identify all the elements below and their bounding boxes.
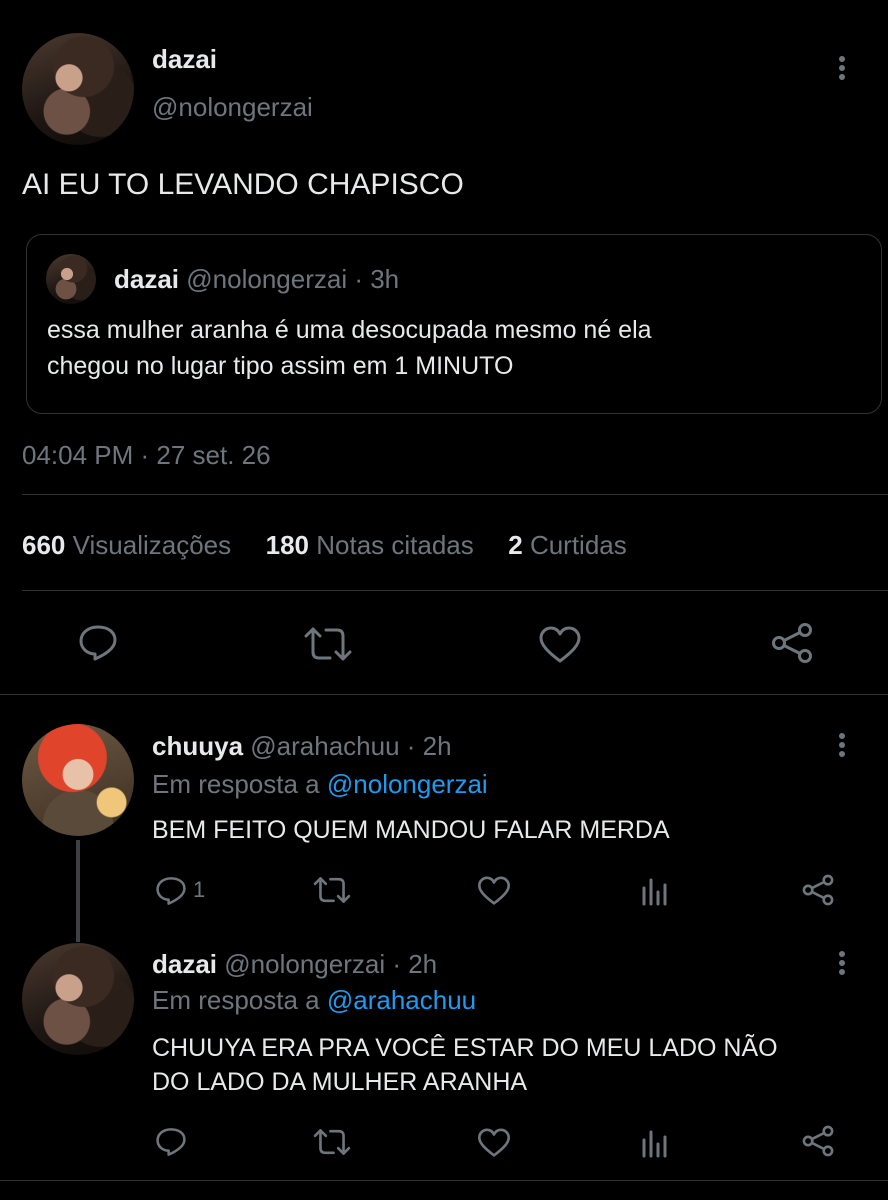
display-name[interactable]: chuuya (152, 731, 243, 761)
avatar[interactable] (22, 33, 134, 145)
analytics-icon[interactable] (640, 876, 670, 906)
like-icon[interactable] (538, 626, 582, 664)
quoted-text-line2: chegou no lugar tipo assim em 1 MINUTO (47, 352, 514, 380)
quoted-handle: @nolongerzai (186, 264, 348, 294)
divider (22, 494, 888, 495)
tweet-text-line1: BEM FEITO QUEM MANDOU FALAR MERDA (152, 816, 670, 844)
reply-header: dazai @nolongerzai · 2h (152, 949, 437, 980)
quotes-label: Notas citadas (316, 530, 474, 560)
handle[interactable]: @nolongerzai (152, 92, 313, 123)
tweet-timestamp[interactable]: 04:04 PM · 27 set. 26 (22, 440, 271, 471)
tweet-text-line2: DO LADO DA MULHER ARANHA (152, 1068, 528, 1096)
retweet-icon[interactable] (312, 1128, 352, 1156)
quoted-avatar (46, 254, 96, 304)
quoted-text-line1: essa mulher aranha é uma desocupada mesm… (47, 316, 652, 344)
like-icon[interactable] (477, 876, 511, 906)
retweet-icon[interactable] (312, 876, 352, 904)
display-name[interactable]: dazai (152, 949, 217, 979)
divider (22, 590, 888, 591)
handle[interactable]: @nolongerzai (224, 949, 385, 979)
quoted-display-name: dazai (114, 264, 180, 294)
reply-icon[interactable] (155, 1127, 187, 1157)
mention-link[interactable]: @arahachuu (327, 985, 476, 1015)
reply-context: Em resposta a @arahachuu (152, 985, 476, 1016)
quotes-count: 180 (265, 530, 309, 560)
tweet-text-line1: CHUUYA ERA PRA VOCÊ ESTAR DO MEU LADO NÃ… (152, 1034, 778, 1062)
avatar[interactable] (22, 943, 134, 1055)
more-options-icon[interactable] (839, 951, 845, 978)
reply-icon[interactable] (155, 876, 187, 906)
share-icon[interactable] (801, 1125, 835, 1157)
reply-prefix: Em resposta a (152, 769, 320, 799)
divider (0, 1180, 888, 1181)
share-icon[interactable] (801, 874, 835, 906)
reply-prefix: Em resposta a (152, 985, 320, 1015)
likes-count: 2 (508, 530, 523, 560)
mention-link[interactable]: @nolongerzai (327, 769, 488, 799)
like-icon[interactable] (477, 1128, 511, 1158)
reply-context: Em resposta a @nolongerzai (152, 769, 488, 800)
display-name[interactable]: dazai (152, 44, 217, 75)
quotes-stat[interactable]: 180 Notas citadas (266, 530, 481, 560)
reply-icon[interactable] (78, 624, 118, 662)
more-options-icon[interactable] (839, 56, 845, 83)
likes-stat[interactable]: 2 Curtidas (508, 530, 627, 560)
thread-line (76, 840, 80, 942)
tweet-time[interactable]: · 2h (407, 731, 452, 761)
quoted-time: · 3h (354, 264, 400, 294)
retweet-icon[interactable] (302, 626, 354, 662)
handle[interactable]: @arahachuu (250, 731, 399, 761)
reply-count: 1 (193, 877, 206, 902)
views-count: 660 (22, 530, 66, 560)
views-label: Visualizações (72, 530, 232, 560)
tweet-text: AI EU TO LEVANDO CHAPISCO (22, 168, 464, 201)
avatar[interactable] (22, 724, 134, 836)
divider (0, 694, 888, 695)
tweet-stats: 660 Visualizações 180 Notas citadas 2 Cu… (22, 530, 627, 561)
views-stat[interactable]: 660 Visualizações (22, 530, 238, 560)
likes-label: Curtidas (529, 530, 627, 560)
more-options-icon[interactable] (839, 733, 845, 760)
reply-header: chuuya @arahachuu · 2h (152, 731, 452, 762)
quoted-header: dazai @nolongerzai · 3h (114, 264, 399, 295)
tweet-time[interactable]: · 2h (392, 949, 437, 979)
share-icon[interactable] (770, 622, 814, 664)
analytics-icon[interactable] (640, 1128, 670, 1158)
